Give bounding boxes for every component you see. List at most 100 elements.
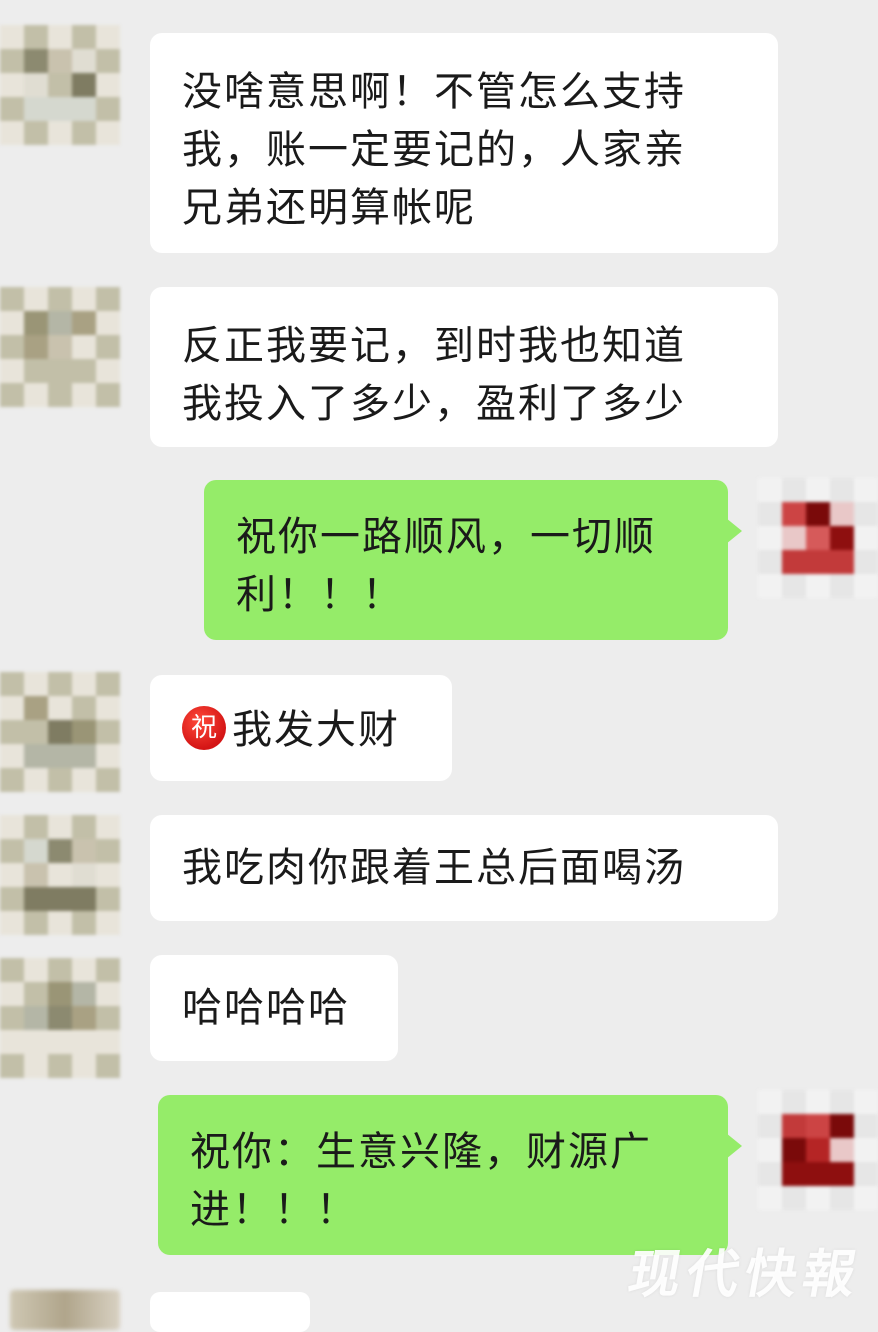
avatar-mosaic-cell — [758, 1186, 782, 1210]
contact-avatar[interactable] — [0, 958, 120, 1078]
avatar-mosaic-cell — [0, 863, 24, 887]
avatar-mosaic-cell — [782, 1186, 806, 1210]
avatar-mosaic-cell — [24, 25, 48, 49]
avatar-mosaic-cell — [24, 982, 48, 1006]
avatar-mosaic-cell — [72, 1054, 96, 1078]
avatar-mosaic-cell — [96, 311, 120, 335]
avatar-mosaic-cell — [48, 1054, 72, 1078]
avatar-mosaic-cell — [72, 1030, 96, 1054]
avatar-mosaic-cell — [72, 768, 96, 792]
avatar-mosaic-cell — [0, 1030, 24, 1054]
avatar-mosaic-cell — [24, 1006, 48, 1030]
avatar-mosaic-cell — [24, 911, 48, 935]
avatar-mosaic-cell — [72, 335, 96, 359]
avatar-mosaic-cell — [24, 97, 48, 121]
message-bubble-outgoing[interactable]: 祝你一路顺风，一切顺 利！！！ — [204, 480, 742, 640]
avatar-mosaic-cell — [782, 1162, 806, 1186]
avatar-mosaic-cell — [0, 335, 24, 359]
message-bubble-incoming[interactable]: 祝我发大财 — [150, 675, 452, 781]
contact-avatar[interactable] — [0, 672, 120, 792]
avatar-mosaic-cell — [782, 1138, 806, 1162]
contact-avatar[interactable] — [0, 25, 120, 145]
avatar-mosaic-cell — [24, 720, 48, 744]
avatar-mosaic-cell — [0, 982, 24, 1006]
avatar-mosaic-cell — [854, 1138, 878, 1162]
message-bubble-incoming[interactable]: 没啥意思啊！不管怎么支持 我，账一定要记的，人家亲 兄弟还明算帐呢 — [150, 33, 778, 253]
avatar-mosaic-cell — [96, 768, 120, 792]
avatar-mosaic-cell — [0, 73, 24, 97]
message-bubble-incoming[interactable]: 哈哈哈哈 — [150, 955, 398, 1061]
message-text-line: 祝你：生意兴隆，财源广 — [190, 1129, 652, 1175]
avatar-mosaic-cell — [854, 526, 878, 550]
avatar-mosaic-cell — [830, 502, 854, 526]
avatar-mosaic-cell — [96, 287, 120, 311]
avatar-mosaic-cell — [0, 97, 24, 121]
avatar-mosaic-cell — [72, 25, 96, 49]
avatar-mosaic-cell — [758, 1090, 782, 1114]
avatar-mosaic-cell — [782, 550, 806, 574]
contact-avatar-partial[interactable] — [10, 1290, 120, 1330]
avatar-mosaic-cell — [0, 839, 24, 863]
avatar-mosaic-cell — [24, 121, 48, 145]
message-text-line: 进！！！ — [190, 1187, 358, 1233]
avatar-mosaic-cell — [830, 1186, 854, 1210]
avatar-mosaic-cell — [72, 958, 96, 982]
avatar-mosaic-cell — [72, 720, 96, 744]
message-text-line: 我，账一定要记的，人家亲 — [182, 127, 686, 173]
avatar-mosaic-cell — [72, 49, 96, 73]
avatar-mosaic-cell — [96, 1006, 120, 1030]
chat-view: 没啥意思啊！不管怎么支持 我，账一定要记的，人家亲 兄弟还明算帐呢 反正我要记，… — [0, 0, 878, 1332]
avatar-mosaic-cell — [0, 768, 24, 792]
message-text-line: 没啥意思啊！不管怎么支持 — [182, 69, 686, 115]
avatar-mosaic-cell — [96, 863, 120, 887]
avatar-mosaic-cell — [48, 768, 72, 792]
avatar-mosaic-cell — [72, 982, 96, 1006]
avatar-mosaic-cell — [72, 383, 96, 407]
avatar-mosaic-cell — [782, 502, 806, 526]
avatar-mosaic-cell — [758, 502, 782, 526]
message-bubble-partial[interactable] — [150, 1292, 310, 1332]
avatar-mosaic-cell — [806, 478, 830, 502]
avatar-mosaic-cell — [24, 49, 48, 73]
my-avatar[interactable] — [758, 478, 878, 598]
my-avatar[interactable] — [758, 1090, 878, 1210]
avatar-mosaic-cell — [96, 696, 120, 720]
avatar-mosaic-cell — [758, 1162, 782, 1186]
avatar-mosaic-cell — [72, 359, 96, 383]
avatar-mosaic-cell — [854, 1162, 878, 1186]
message-bubble-outgoing[interactable]: 祝你：生意兴隆，财源广 进！！！ — [158, 1095, 742, 1255]
avatar-mosaic-cell — [806, 1138, 830, 1162]
avatar-mosaic-cell — [96, 672, 120, 696]
avatar-mosaic-cell — [72, 863, 96, 887]
avatar-mosaic-cell — [48, 839, 72, 863]
avatar-mosaic-cell — [758, 478, 782, 502]
avatar-mosaic-cell — [96, 958, 120, 982]
avatar-mosaic-cell — [72, 287, 96, 311]
message-text-line: 兄弟还明算帐呢 — [182, 185, 476, 231]
contact-avatar[interactable] — [0, 287, 120, 407]
avatar-mosaic-cell — [782, 478, 806, 502]
avatar-mosaic-cell — [24, 958, 48, 982]
avatar-mosaic-cell — [96, 121, 120, 145]
avatar-mosaic-cell — [72, 815, 96, 839]
avatar-mosaic-cell — [854, 574, 878, 598]
avatar-mosaic-cell — [24, 1054, 48, 1078]
avatar-mosaic-cell — [72, 97, 96, 121]
message-bubble-incoming[interactable]: 反正我要记，到时我也知道 我投入了多少，盈利了多少 — [150, 287, 778, 447]
avatar-mosaic-cell — [24, 863, 48, 887]
avatar-mosaic-cell — [0, 720, 24, 744]
message-bubble-incoming[interactable]: 我吃肉你跟着王总后面喝汤 — [150, 815, 778, 921]
avatar-mosaic-cell — [48, 335, 72, 359]
message-text-line: 反正我要记，到时我也知道 — [182, 323, 686, 369]
avatar-mosaic-cell — [48, 383, 72, 407]
avatar-mosaic-cell — [806, 1162, 830, 1186]
contact-avatar[interactable] — [0, 815, 120, 935]
avatar-mosaic-cell — [48, 958, 72, 982]
avatar-mosaic-cell — [96, 383, 120, 407]
avatar-mosaic-cell — [830, 1162, 854, 1186]
avatar-mosaic-cell — [0, 287, 24, 311]
watermark-logo: 现代快報 — [623, 1244, 867, 1305]
message-text-line: 哈哈哈哈 — [182, 985, 350, 1031]
message-text: 我发大财 — [232, 707, 400, 753]
avatar-mosaic-cell — [0, 744, 24, 768]
